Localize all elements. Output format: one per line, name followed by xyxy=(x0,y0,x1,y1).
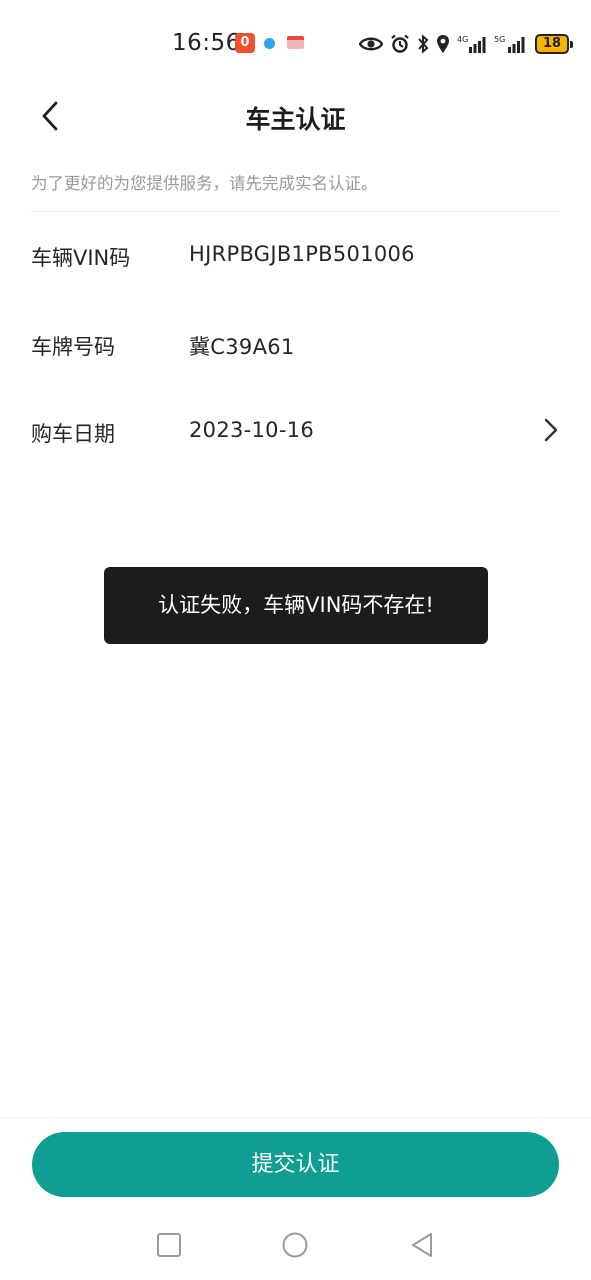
vin-label: 车辆VIN码 xyxy=(31,246,131,270)
plate-value[interactable]: 冀C39A61 xyxy=(189,331,295,361)
purchase-date-label: 购车日期 xyxy=(31,422,115,446)
bluetooth-icon xyxy=(418,34,429,54)
owner-verification-screen: 16:56 0 4G 5G 18 车主认证 为了更好的为您提供服务，请先完成实名… xyxy=(0,0,591,1280)
error-toast: 认证失败，车辆VIN码不存在! xyxy=(104,567,488,644)
page-title: 车主认证 xyxy=(245,105,346,134)
status-bar: 16:56 0 4G 5G 18 xyxy=(0,0,591,88)
status-icons: 4G 5G 18 xyxy=(359,30,573,58)
status-time: 16:56 xyxy=(172,30,241,56)
signal-5g-icon: 5G xyxy=(494,35,525,53)
signal-4g-icon: 4G xyxy=(457,35,486,53)
notification-dot-icon xyxy=(264,38,275,49)
submit-verification-button[interactable]: 提交认证 xyxy=(32,1132,559,1197)
notification-message-icon xyxy=(287,36,304,49)
purchase-date-value[interactable]: 2023-10-16 xyxy=(189,418,314,442)
plate-row[interactable]: 车牌号码 冀C39A61 xyxy=(0,315,591,375)
recent-apps-icon[interactable] xyxy=(151,1227,187,1263)
home-icon[interactable] xyxy=(277,1227,313,1263)
bottom-divider xyxy=(0,1117,591,1118)
vin-row[interactable]: 车辆VIN码 HJRPBGJB1PB501006 xyxy=(0,226,591,286)
vin-value[interactable]: HJRPBGJB1PB501006 xyxy=(189,242,415,266)
location-icon xyxy=(437,35,449,53)
svg-text:5G: 5G xyxy=(494,35,505,44)
notification-app-icon: 0 xyxy=(235,33,255,53)
header: 车主认证 xyxy=(0,88,591,144)
svg-text:4G: 4G xyxy=(457,35,468,44)
verification-notice: 为了更好的为您提供服务，请先完成实名认证。 xyxy=(31,174,378,193)
back-triangle-icon[interactable] xyxy=(404,1227,440,1263)
eye-icon xyxy=(359,37,383,51)
system-nav-bar xyxy=(0,1215,591,1275)
divider xyxy=(31,211,560,212)
chevron-right-icon[interactable] xyxy=(539,414,563,446)
alarm-icon xyxy=(391,34,409,53)
purchase-date-row[interactable]: 购车日期 2023-10-16 xyxy=(0,402,591,462)
battery-icon: 18 xyxy=(535,34,573,54)
plate-label: 车牌号码 xyxy=(31,335,115,359)
